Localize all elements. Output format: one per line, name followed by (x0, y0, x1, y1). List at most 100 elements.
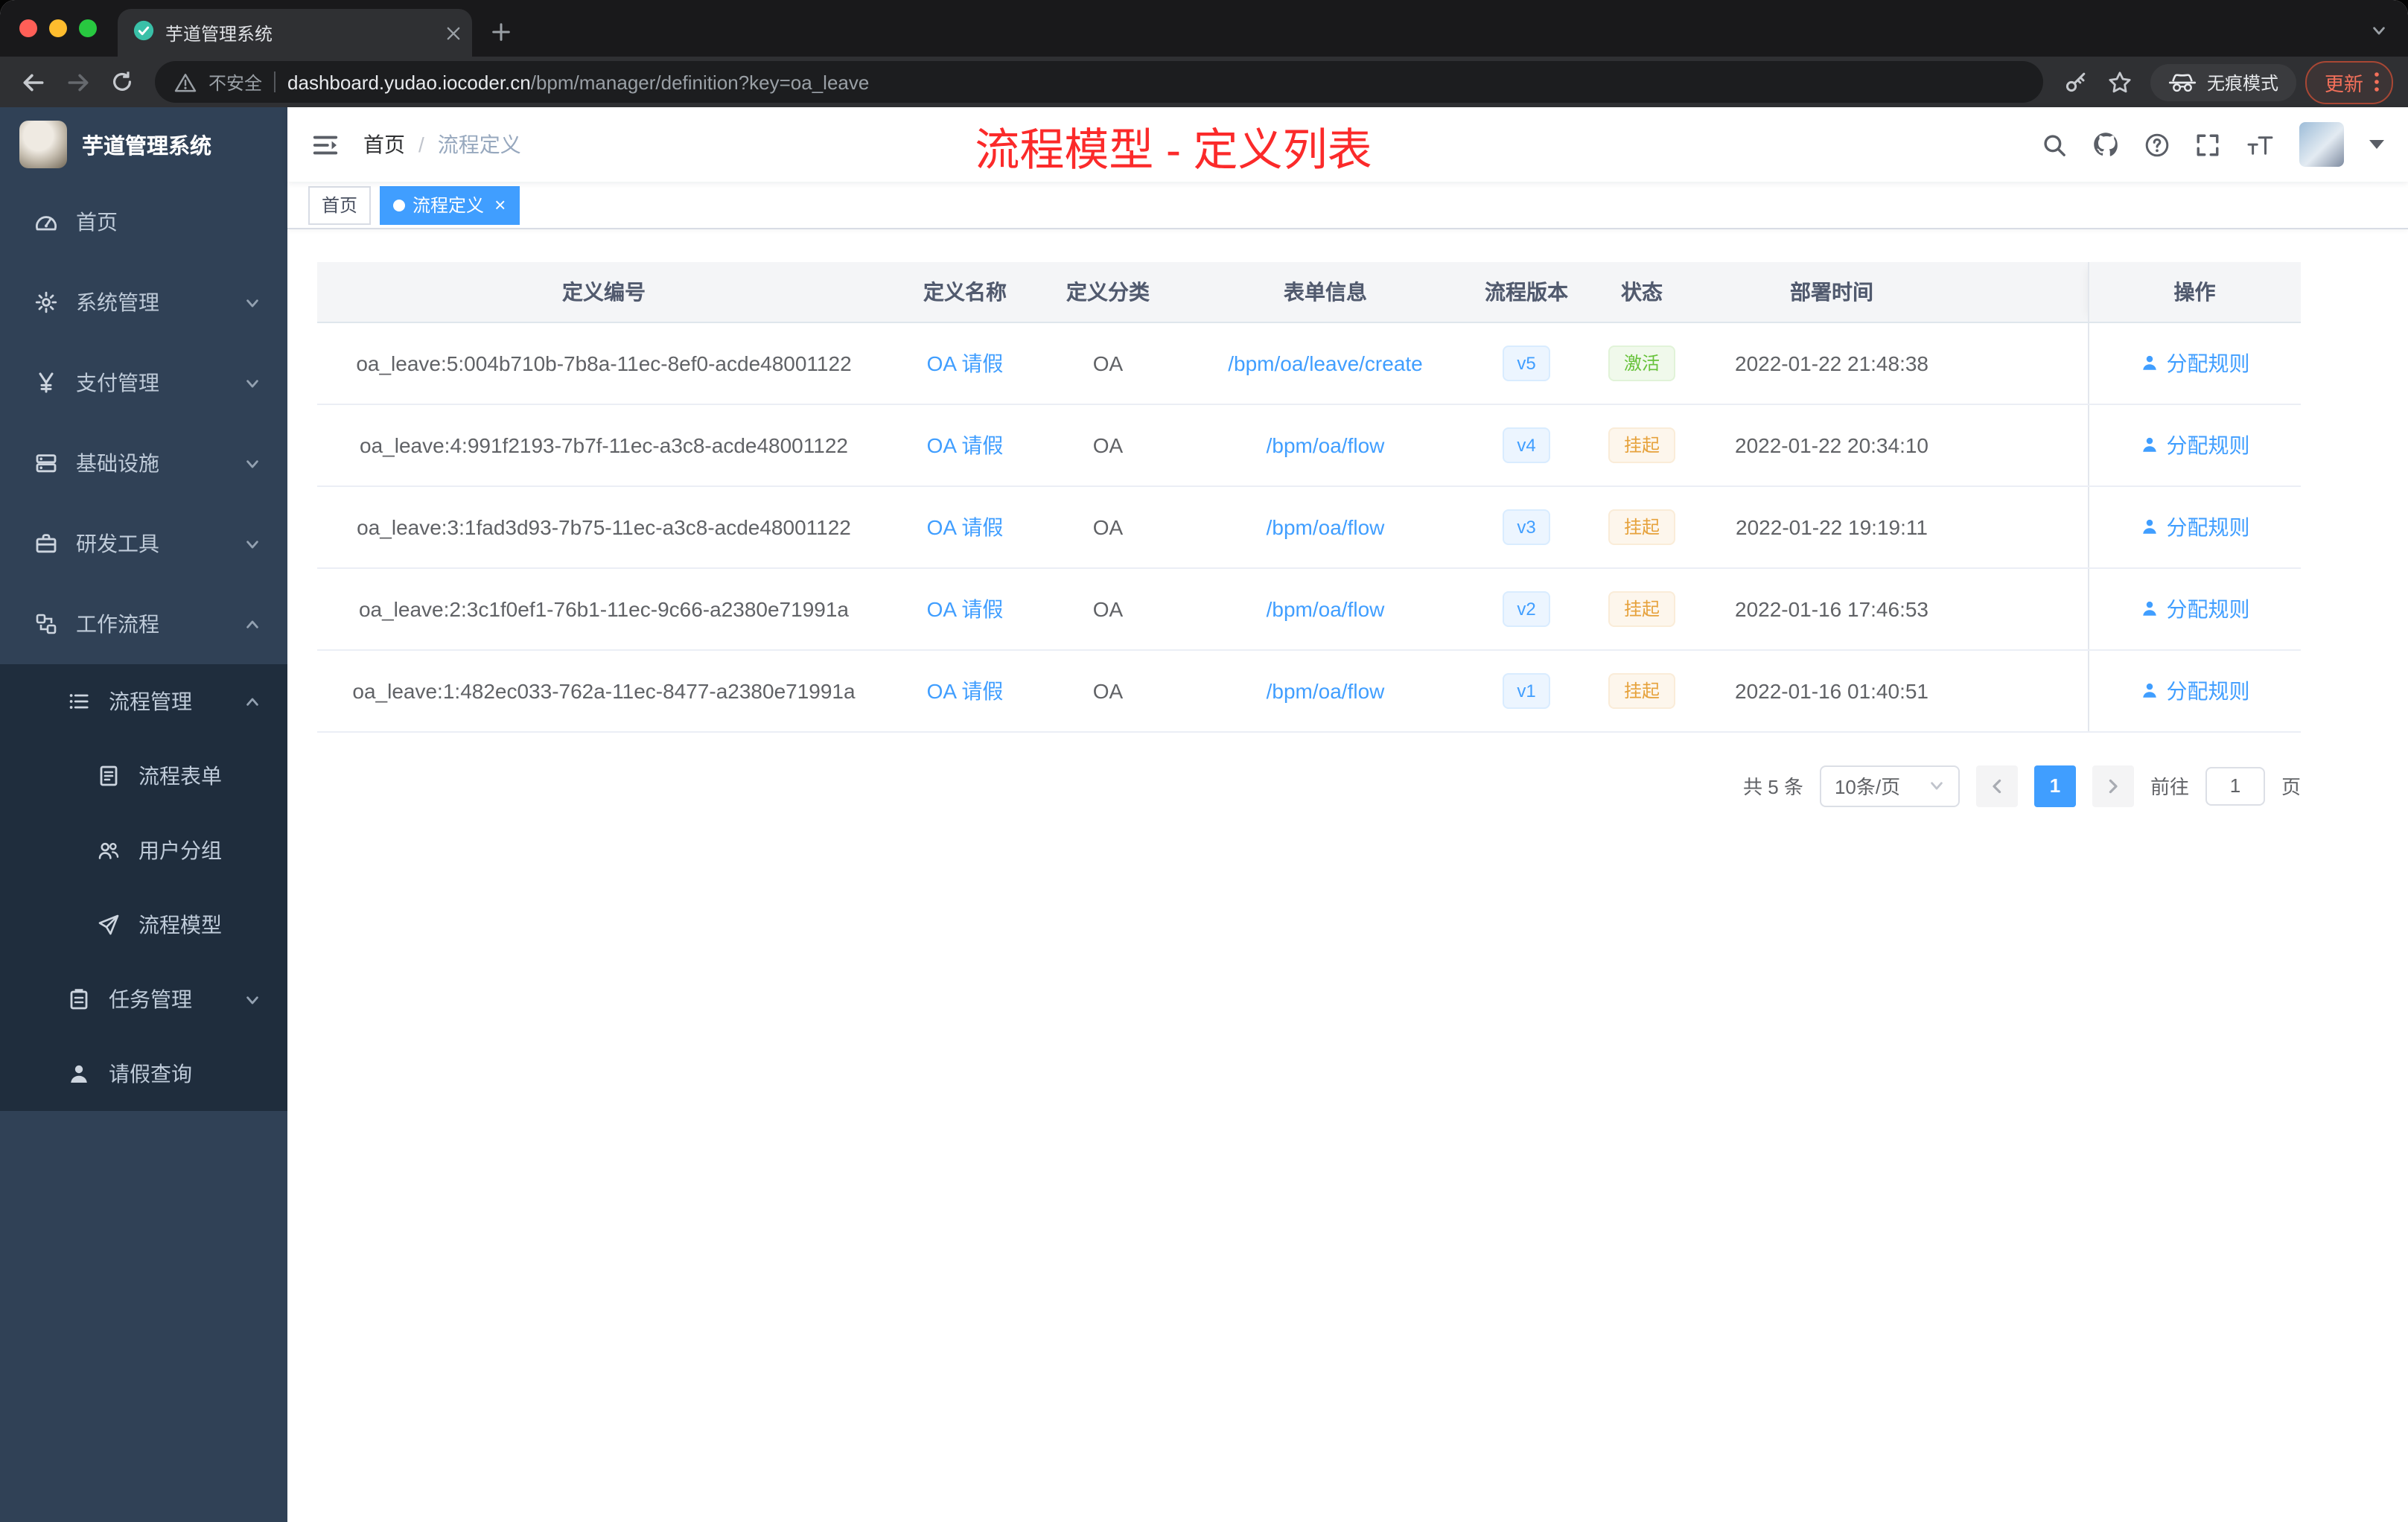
search-icon[interactable] (2042, 132, 2067, 157)
table-row: oa_leave:2:3c1f0ef1-76b1-11ec-9c66-a2380… (317, 567, 2301, 650)
goto-page-input[interactable] (2205, 766, 2265, 805)
assign-rule-link[interactable]: 分配规则 (2140, 675, 2250, 705)
user-icon (2140, 681, 2159, 700)
assign-rule-link[interactable]: 分配规则 (2140, 512, 2250, 541)
form-info-link[interactable]: /bpm/oa/flow (1267, 515, 1385, 538)
url-host: dashboard.yudao.iocoder.cn (287, 71, 531, 93)
avatar-caret-down-icon[interactable] (2369, 140, 2384, 149)
app-logo[interactable]: 芋道管理系统 (0, 107, 287, 182)
table-row: oa_leave:4:991f2193-7b7f-11ec-a3c8-acde4… (317, 404, 2301, 486)
assign-rule-link[interactable]: 分配规则 (2140, 348, 2250, 378)
definition-name-link[interactable]: OA 请假 (927, 433, 1004, 456)
sidebar-item-label: 请假查询 (109, 1062, 192, 1086)
close-tab-icon[interactable] (447, 26, 460, 39)
flow-icon (33, 612, 60, 636)
sidebar-item-payment-management[interactable]: 支付管理 (0, 343, 287, 423)
navbar: 首页 / 流程定义 流程模型 - 定义列表 (287, 107, 2408, 182)
sidebar-item-workflow[interactable]: 工作流程 (0, 584, 287, 664)
cell-category: OA (1039, 567, 1176, 650)
column-header: 定义编号 (317, 262, 891, 322)
version-tag: v1 (1502, 672, 1551, 708)
sidebar-item-label: 首页 (76, 210, 118, 234)
font-size-icon[interactable] (2246, 133, 2274, 156)
zoom-window-button[interactable] (79, 19, 97, 37)
cell-filler (1958, 567, 2088, 650)
back-button[interactable] (12, 61, 54, 103)
sidebar-item-leave-query[interactable]: 请假查询 (0, 1037, 287, 1111)
list-icon (66, 690, 92, 713)
sidebar-item-infrastructure[interactable]: 基础设施 (0, 423, 287, 503)
sidebar-menu: 首页系统管理支付管理基础设施 研发工具 工作流程 流程管理 流程表单 用户分组 流程模型任务… (0, 182, 287, 1111)
sidebar-item-label: 系统管理 (76, 290, 159, 314)
sidebar-item-process-model[interactable]: 流程模型 (0, 888, 287, 962)
tab-search-chevron-icon[interactable] (2371, 22, 2408, 57)
form-info-link[interactable]: /bpm/oa/flow (1267, 433, 1385, 456)
tag-home[interactable]: 首页 (308, 185, 372, 224)
breadcrumb-item[interactable]: 首页 (363, 130, 405, 159)
column-header: 定义分类 (1039, 262, 1176, 322)
close-tag-icon[interactable]: × (494, 195, 506, 214)
cell-filler (1958, 649, 2088, 732)
user-avatar[interactable] (2299, 122, 2344, 167)
hamburger-icon[interactable] (311, 130, 340, 159)
password-key-icon[interactable] (2055, 61, 2097, 103)
form-info-link[interactable]: /bpm/oa/flow (1267, 678, 1385, 702)
table-header-row: 定义编号 定义名称 定义分类 表单信息 流程版本 状态 部署时间 操作 (317, 262, 2301, 322)
forward-button[interactable] (57, 61, 98, 103)
incognito-label: 无痕模式 (2206, 72, 2278, 93)
annotation-text: 流程模型 - 定义列表 (975, 127, 1372, 176)
form-info-link[interactable]: /bpm/oa/flow (1267, 596, 1385, 620)
active-tag-dot (393, 199, 406, 211)
browser-update-button[interactable]: 更新 (2305, 60, 2393, 104)
sidebar-item-process-form[interactable]: 流程表单 (0, 739, 287, 813)
sidebar-item-task-management[interactable]: 任务管理 (0, 962, 287, 1037)
address-bar[interactable]: 不安全 dashboard.yudao.iocoder.cn/bpm/manag… (155, 61, 2043, 103)
tags-view: 首页 流程定义 × (287, 182, 2408, 229)
next-page-button[interactable] (2092, 765, 2134, 806)
definition-name-link[interactable]: OA 请假 (927, 596, 1004, 620)
reload-button[interactable] (101, 61, 143, 103)
new-tab-button[interactable] (472, 21, 530, 57)
bookmark-star-icon[interactable] (2100, 61, 2141, 103)
minimize-window-button[interactable] (49, 19, 67, 37)
chevron-down-icon (244, 455, 261, 471)
browser-toolbar: 不安全 dashboard.yudao.iocoder.cn/bpm/manag… (0, 57, 2408, 107)
assign-rule-link[interactable]: 分配规则 (2140, 430, 2250, 459)
close-window-button[interactable] (19, 19, 37, 37)
browser-tab[interactable]: 芋道管理系统 (118, 9, 472, 57)
paper-plane-icon (95, 913, 122, 937)
browser-menu-kebab-icon[interactable] (2374, 71, 2380, 92)
page-size-select[interactable]: 10条/页 (1819, 765, 1960, 806)
sidebar-item-process-management[interactable]: 流程管理 (0, 664, 287, 739)
favicon (133, 19, 155, 46)
help-icon[interactable] (2144, 132, 2170, 157)
fullscreen-icon[interactable] (2195, 132, 2220, 157)
app-title: 芋道管理系统 (82, 135, 211, 159)
assign-rule-link[interactable]: 分配规则 (2140, 593, 2250, 623)
prev-page-button[interactable] (1975, 765, 2018, 806)
page-number-button[interactable]: 1 (2033, 765, 2076, 806)
status-tag: 挂起 (1608, 509, 1675, 544)
chevron-up-icon (244, 616, 261, 632)
user-icon (2140, 435, 2159, 454)
incognito-badge: 无痕模式 (2150, 63, 2296, 101)
definition-name-link[interactable]: OA 请假 (927, 351, 1004, 375)
sidebar-item-label: 支付管理 (76, 371, 159, 395)
definition-name-link[interactable]: OA 请假 (927, 515, 1004, 538)
person-icon (66, 1062, 92, 1086)
security-label: 不安全 (208, 72, 263, 93)
sidebar-item-user-group[interactable]: 用户分组 (0, 813, 287, 888)
tag-process-definition[interactable]: 流程定义 × (380, 185, 520, 224)
sidebar-item-system-management[interactable]: 系统管理 (0, 262, 287, 343)
form-info-link[interactable]: /bpm/oa/leave/create (1228, 351, 1423, 375)
sidebar-item-home[interactable]: 首页 (0, 182, 287, 262)
not-secure-warning-icon (174, 72, 197, 92)
cell-category: OA (1039, 322, 1176, 404)
status-tag: 挂起 (1608, 672, 1675, 708)
table-body: oa_leave:5:004b710b-7b8a-11ec-8ef0-acde4… (317, 322, 2301, 732)
sidebar-item-label: 任务管理 (109, 987, 192, 1011)
version-tag: v3 (1502, 509, 1551, 544)
definition-name-link[interactable]: OA 请假 (927, 678, 1004, 702)
sidebar-item-dev-tools[interactable]: 研发工具 (0, 503, 287, 584)
github-icon[interactable] (2092, 131, 2119, 158)
